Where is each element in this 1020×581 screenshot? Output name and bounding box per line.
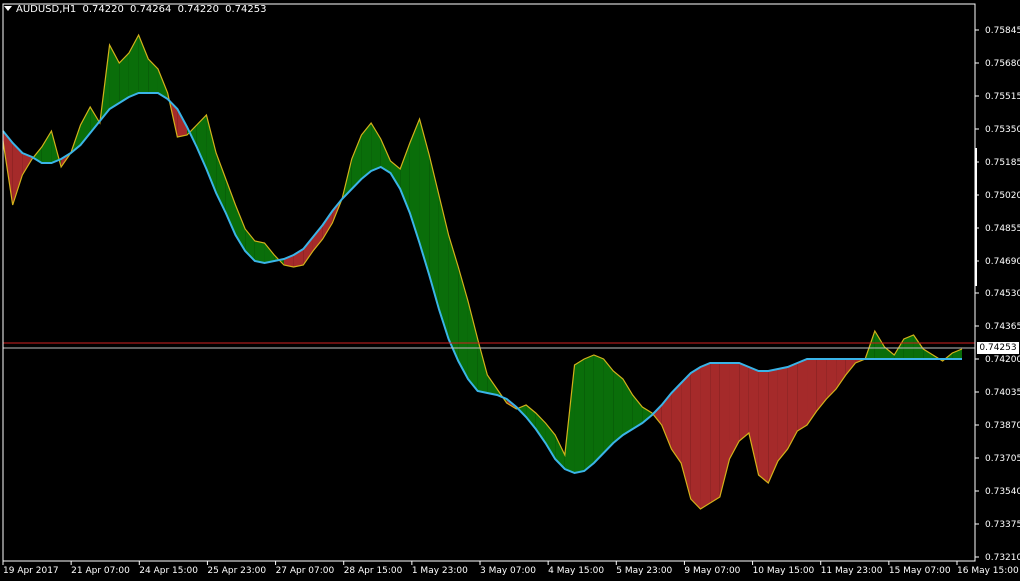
area-segment [574,359,585,473]
price-tick-label: 0.73870 [985,421,1020,431]
time-axis-ticks: 19 Apr 2017 21 Apr 07:00 24 Apr 15:00 25 Ap… [2,561,1019,576]
price-tick-label: 0.74365 [985,322,1020,332]
low-price: 0.74220 [177,4,219,15]
area-segment [429,155,439,309]
time-tick-label: 9 May 07:00 [684,566,740,576]
time-tick-label: 27 Apr 07:00 [276,566,335,576]
area-segment [419,119,430,275]
high-price: 0.74264 [130,4,172,15]
price-tick-label: 0.75185 [985,158,1020,168]
area-segment [584,355,594,471]
time-tick-label: 25 Apr 23:00 [207,566,266,576]
price-chart[interactable]: 0.75845 0.75680 0.75515 0.75350 0.75185 0.750… [0,0,1020,581]
time-tick-label: 3 May 07:00 [480,566,536,576]
area-segment [797,359,808,431]
area-segment [690,367,701,509]
price-tick-label: 0.73210 [985,553,1020,563]
time-tick-label: 15 May 07:00 [889,566,951,576]
area-segment [119,53,129,103]
chart-header: AUDUSD,H1 0.74220 0.74264 0.74220 0.7425… [4,3,269,17]
price-tick-label: 0.75680 [985,59,1020,69]
price-axis-ticks: 0.75845 0.75680 0.75515 0.75350 0.75185 0.750… [975,26,1020,563]
area-segment [836,359,846,389]
area-segment [807,359,817,425]
price-tick-label: 0.75515 [985,92,1020,102]
price-tick-label: 0.73540 [985,487,1020,497]
moving-average-line [2,92,962,475]
area-segment [748,367,759,475]
area-segment [826,359,837,399]
price-tick-label: 0.75020 [985,191,1020,201]
time-tick-label: 1 May 23:00 [412,566,468,576]
current-price-label: 0.74253 [977,342,1019,354]
open-price: 0.74220 [82,4,124,15]
area-segment [361,123,372,179]
area-segment [467,301,478,391]
area-segment [710,363,720,503]
time-tick-label: 4 May 15:00 [548,566,604,576]
price-tick-label: 0.74530 [985,289,1020,299]
area-segment [225,179,236,235]
price-tick-label: 0.74035 [985,388,1020,398]
area-segment [700,363,711,509]
chart-window[interactable]: AUDUSD,H1 0.74220 0.74264 0.74220 0.7425… [0,0,1020,581]
price-tick-label: 0.75350 [985,125,1020,135]
close-price: 0.74253 [225,4,267,15]
area-segment [593,355,604,463]
area-segment [41,131,52,163]
indicator-fills [3,35,962,509]
area-segment [312,225,323,251]
indicator-lines [2,33,963,510]
price-tick-label: 0.74690 [985,257,1020,267]
area-segment [777,367,788,461]
area-segment [254,241,265,263]
price-line [2,33,963,510]
price-tick-label: 0.74200 [985,355,1020,365]
symbol-timeframe: AUDUSD,H1 [16,4,77,15]
time-tick-label: 11 May 23:00 [821,566,883,576]
time-tick-label: 10 May 15:00 [753,566,815,576]
time-tick-label: 21 Apr 07:00 [71,566,130,576]
price-tick-label: 0.74855 [985,224,1020,234]
area-segment [661,393,672,449]
area-segment [739,363,749,441]
time-tick-label: 19 Apr 2017 [3,566,59,576]
price-tick-label: 0.75845 [985,26,1020,36]
area-segment [758,371,769,483]
time-tick-label: 16 May 15:00 [957,566,1019,576]
area-segment [603,359,614,453]
area-segment [303,237,313,265]
price-tick-label: 0.73705 [985,454,1020,464]
area-segment [138,35,149,93]
price-tick-label: 0.73375 [985,520,1020,530]
area-segment [409,119,420,243]
area-segment [816,359,827,411]
area-segment [613,371,623,443]
time-tick-label: 5 May 23:00 [616,566,672,576]
dropdown-arrow-icon[interactable] [4,5,12,11]
bid-ask-lines [3,342,975,349]
time-tick-label: 28 Apr 15:00 [344,566,403,576]
area-segment [477,339,488,393]
area-segment [787,363,798,449]
area-segment [768,369,778,483]
time-tick-label: 24 Apr 15:00 [139,566,198,576]
